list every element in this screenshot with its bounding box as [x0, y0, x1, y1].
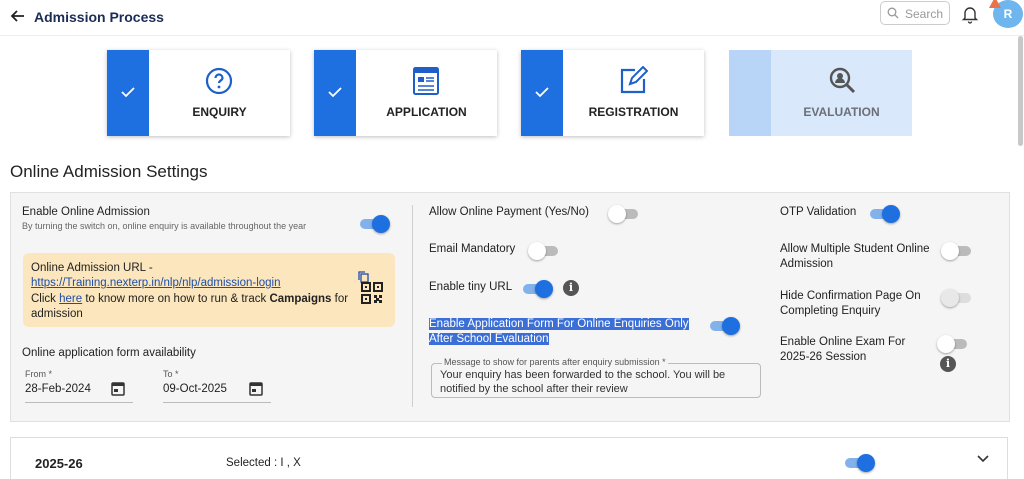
session-row[interactable]: 2025-26 Selected : I , X [10, 437, 1008, 479]
step-application[interactable]: APPLICATION [314, 50, 497, 136]
bell-icon[interactable] [961, 4, 979, 24]
url-title: Online Admission URL - [31, 262, 153, 274]
search-placeholder: Search [905, 7, 944, 21]
hide-confirmation-toggle[interactable] [941, 288, 973, 308]
tiny-url-toggle[interactable] [521, 279, 553, 299]
admission-url-link[interactable]: https://Training.nexterp.in/nlp/nlp/admi… [31, 277, 281, 289]
online-exam-label: Enable Online Exam For 2025-26 Session [780, 336, 906, 363]
section-title: Online Admission Settings [10, 162, 208, 181]
to-date-value: 09-Oct-2025 [163, 383, 227, 395]
step-label: EVALUATION [803, 105, 880, 119]
step-done-marker [314, 50, 356, 136]
session-toggle[interactable] [843, 453, 875, 473]
step-registration[interactable]: REGISTRATION [521, 50, 704, 136]
hide-confirmation-label: Hide Confirmation Page On Completing Enqu… [780, 290, 921, 317]
step-evaluation[interactable]: EVALUATION [729, 50, 912, 136]
calendar-icon[interactable] [249, 381, 263, 396]
calendar-icon[interactable] [111, 381, 125, 396]
multiple-student-label: Allow Multiple Student Online Admission [780, 243, 930, 270]
application-form-label: Enable Application Form For Online Enqui… [429, 318, 689, 345]
enable-online-admission-label: Enable Online Admission [22, 206, 150, 218]
admission-url-box: Online Admission URL - https://Training.… [23, 253, 395, 327]
app-header: Admission Process Search R [0, 0, 1024, 36]
to-date-field[interactable]: To * 09-Oct-2025 [163, 369, 271, 405]
application-form-toggle[interactable] [708, 316, 740, 336]
tiny-url-label: Enable tiny URL [429, 281, 513, 293]
back-arrow-icon[interactable] [10, 8, 26, 24]
enable-online-admission-sub: By turning the switch on, online enquiry… [22, 221, 307, 231]
check-icon [328, 87, 342, 98]
email-mandatory-toggle[interactable] [528, 241, 560, 261]
step-done-marker [107, 50, 149, 136]
allow-online-payment-label: Allow Online Payment (Yes/No) [429, 206, 590, 218]
step-label: APPLICATION [386, 105, 467, 119]
otp-validation-toggle[interactable] [868, 204, 900, 224]
enable-online-admission-toggle[interactable] [358, 214, 390, 234]
parent-message-field[interactable]: Message to show for parents after enquir… [431, 357, 761, 398]
multiple-student-toggle[interactable] [941, 241, 973, 261]
step-enquiry[interactable]: ENQUIRY [107, 50, 290, 136]
step-label: REGISTRATION [588, 105, 679, 119]
selected-classes: Selected : I , X [226, 457, 301, 469]
info-icon[interactable]: i [563, 280, 579, 296]
chevron-down-icon[interactable] [977, 455, 989, 463]
availability-label: Online application form availability [22, 347, 196, 359]
warning-icon [989, 0, 1001, 8]
step-pending-marker [729, 50, 771, 136]
from-date-value: 28-Feb-2024 [25, 383, 91, 395]
scrollbar[interactable] [1018, 36, 1023, 146]
online-exam-toggle[interactable] [937, 334, 969, 354]
search-icon [887, 7, 899, 19]
qr-code-icon[interactable] [361, 282, 383, 304]
info-icon[interactable]: i [940, 356, 956, 372]
page-title: Admission Process [34, 9, 164, 25]
otp-validation-label: OTP Validation [780, 206, 857, 218]
question-circle-icon [205, 67, 233, 95]
check-icon [121, 87, 135, 98]
column-divider [412, 205, 413, 407]
search-user-icon [829, 67, 856, 94]
step-done-marker [521, 50, 563, 136]
campaign-info-text: Click here to know more on how to run & … [31, 293, 349, 320]
parent-message-label: Message to show for parents after enquir… [442, 357, 668, 367]
form-icon [413, 67, 439, 95]
allow-online-payment-toggle[interactable] [608, 204, 640, 224]
check-icon [535, 87, 549, 98]
here-link[interactable]: here [59, 293, 82, 305]
edit-icon [620, 66, 648, 94]
email-mandatory-label: Email Mandatory [429, 243, 516, 255]
search-input[interactable]: Search [880, 1, 950, 25]
parent-message-value: Your enquiry has been forwarded to the s… [440, 369, 726, 395]
session-year: 2025-26 [35, 456, 83, 471]
from-date-field[interactable]: From * 28-Feb-2024 [25, 369, 133, 405]
step-label: ENQUIRY [192, 105, 247, 119]
